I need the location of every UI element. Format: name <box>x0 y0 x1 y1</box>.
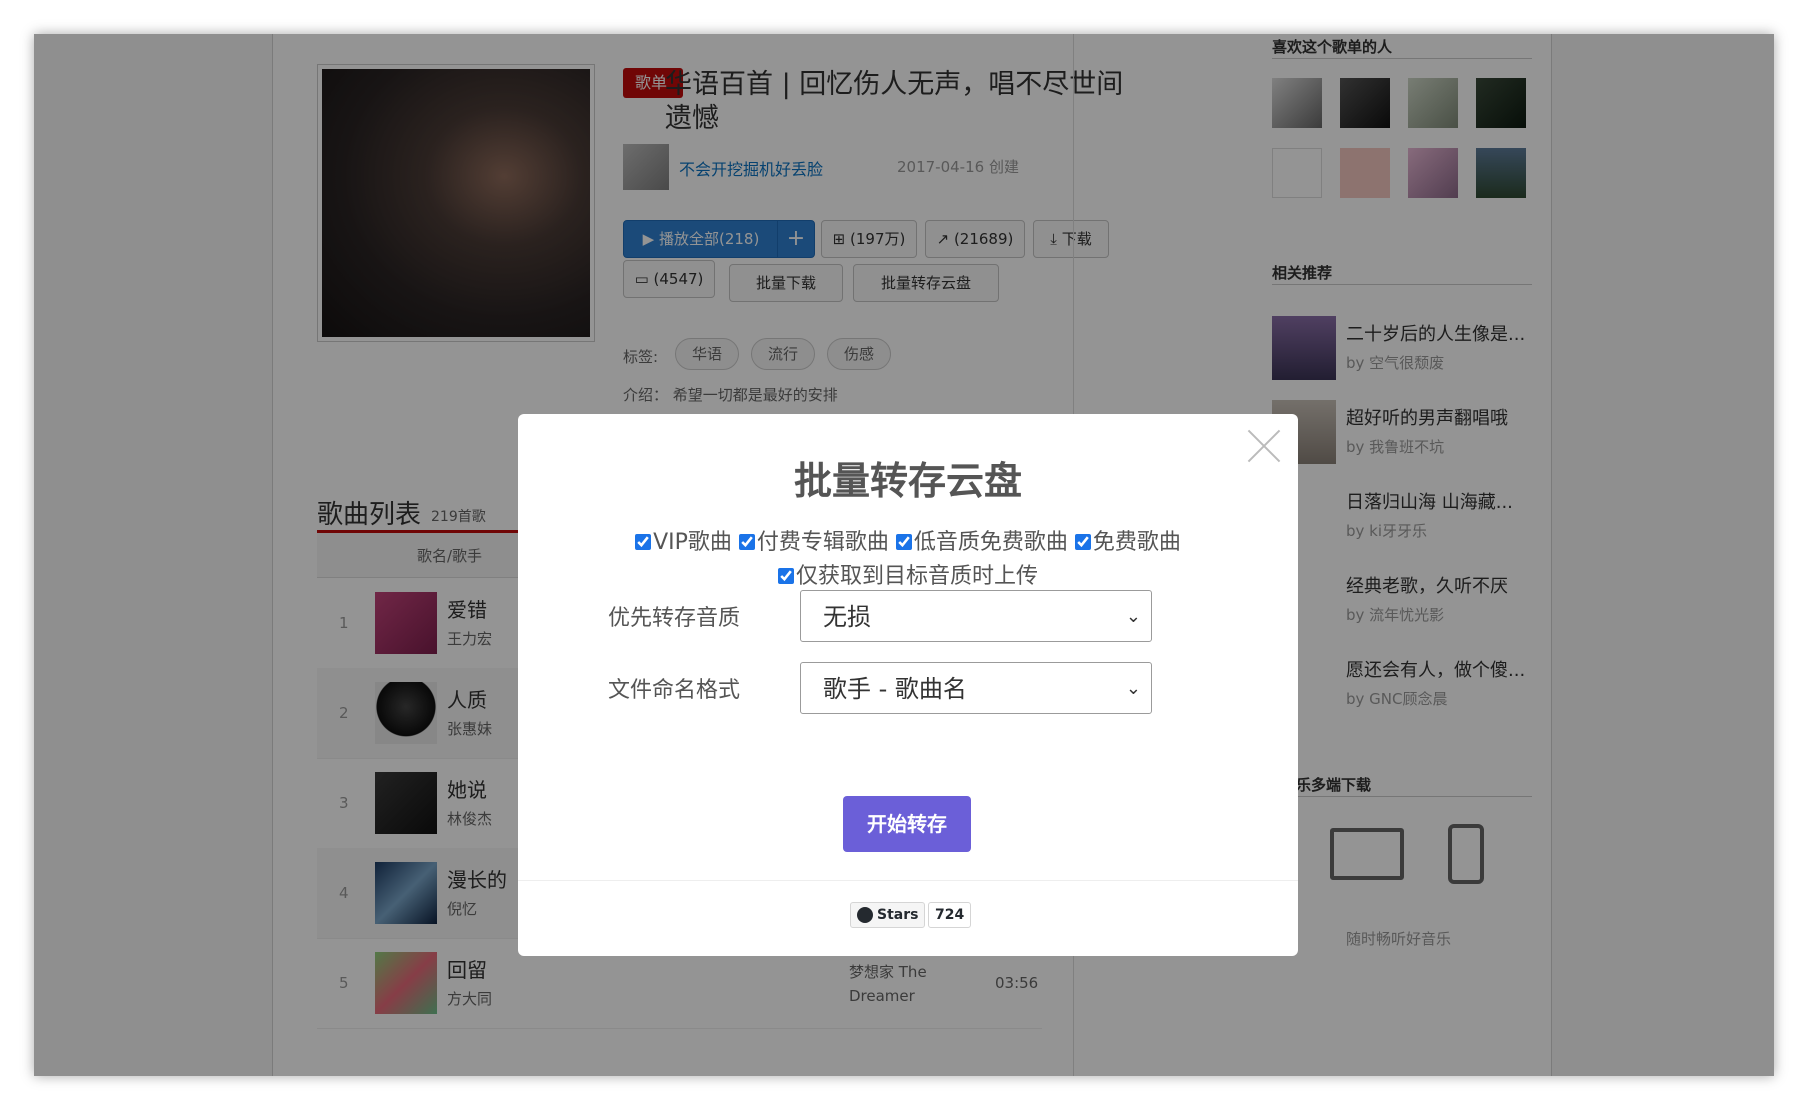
quality-select[interactable]: 无损 ⌄ <box>800 590 1152 642</box>
start-save-button[interactable]: 开始转存 <box>843 796 971 852</box>
naming-value: 歌手 - 歌曲名 <box>823 675 967 703</box>
chevron-down-icon: ⌄ <box>1125 606 1141 627</box>
chevron-down-icon: ⌄ <box>1125 678 1141 699</box>
vip-checkbox[interactable] <box>635 534 652 550</box>
naming-select[interactable]: 歌手 - 歌曲名 ⌄ <box>800 662 1152 714</box>
target-quality-checkbox[interactable] <box>777 568 794 584</box>
github-stars-button[interactable]: Stars <box>850 902 926 928</box>
github-icon <box>857 907 873 923</box>
option-vip[interactable]: VIP歌曲 <box>635 526 732 560</box>
low-quality-free-checkbox[interactable] <box>895 534 912 550</box>
option-paid-album[interactable]: 付费专辑歌曲 <box>738 526 889 560</box>
batch-save-dialog: 批量转存云盘 VIP歌曲 付费专辑歌曲 低音质免费歌曲 免费歌曲 仅获取到目标音… <box>518 414 1298 956</box>
dialog-title: 批量转存云盘 <box>793 459 1022 503</box>
dialog-divider <box>518 880 1298 881</box>
free-checkbox[interactable] <box>1074 534 1091 550</box>
quality-value: 无损 <box>823 603 871 631</box>
github-stars-count[interactable]: 724 <box>928 902 972 928</box>
naming-label: 文件命名格式 <box>608 678 741 703</box>
paid-album-checkbox[interactable] <box>738 534 755 550</box>
quality-label: 优先转存音质 <box>608 606 741 631</box>
option-target-quality-only[interactable]: 仅获取到目标音质时上传 <box>777 560 1038 594</box>
option-free[interactable]: 免费歌曲 <box>1074 526 1181 560</box>
option-low-quality-free[interactable]: 低音质免费歌曲 <box>895 526 1068 560</box>
option-checkboxes: VIP歌曲 付费专辑歌曲 低音质免费歌曲 免费歌曲 仅获取到目标音质时上传 <box>518 526 1298 594</box>
